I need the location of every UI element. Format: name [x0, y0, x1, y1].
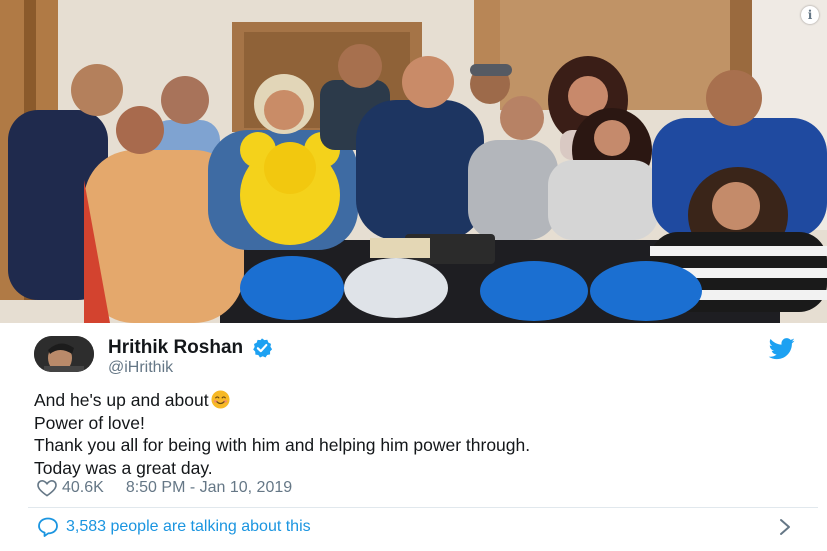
- tweet-line-3: Thank you all for being with him and hel…: [34, 435, 531, 455]
- chevron-right-icon[interactable]: [776, 516, 794, 538]
- tweet-line-4: Today was a great day.: [34, 457, 213, 478]
- tweet-photo[interactable]: i: [0, 0, 827, 323]
- tweet-line-2: Power of love!: [34, 412, 145, 433]
- smiling-face-emoji: [211, 390, 230, 409]
- tweet-line-1-text: And he's up and about: [34, 390, 209, 410]
- like-count[interactable]: 40.6K: [62, 479, 104, 497]
- family-group-photo: [0, 0, 827, 323]
- twitter-bird-icon[interactable]: [768, 338, 796, 360]
- author-row: Hrithik Roshan: [108, 337, 273, 359]
- info-icon[interactable]: i: [801, 6, 819, 24]
- conversation-text: 3,583 people are talking about this: [66, 518, 311, 535]
- heart-icon[interactable]: [36, 479, 58, 497]
- tweet-meta: 40.6K 8:50 PM - Jan 10, 2019: [36, 479, 292, 497]
- tweet-line-1: And he's up and about: [34, 389, 814, 412]
- conversation-link[interactable]: 3,583 people are talking about this: [36, 516, 311, 538]
- divider: [28, 507, 818, 508]
- verified-badge-icon: [253, 338, 273, 358]
- avatar-image: [34, 336, 94, 372]
- tweet-text: And he's up and about Power of love! Tha…: [34, 389, 814, 479]
- author-handle[interactable]: @iHrithik: [108, 359, 173, 377]
- avatar[interactable]: [34, 336, 94, 372]
- speech-bubble-icon: [38, 517, 58, 537]
- author-name[interactable]: Hrithik Roshan: [108, 337, 243, 359]
- tweet-timestamp[interactable]: 8:50 PM - Jan 10, 2019: [126, 479, 292, 497]
